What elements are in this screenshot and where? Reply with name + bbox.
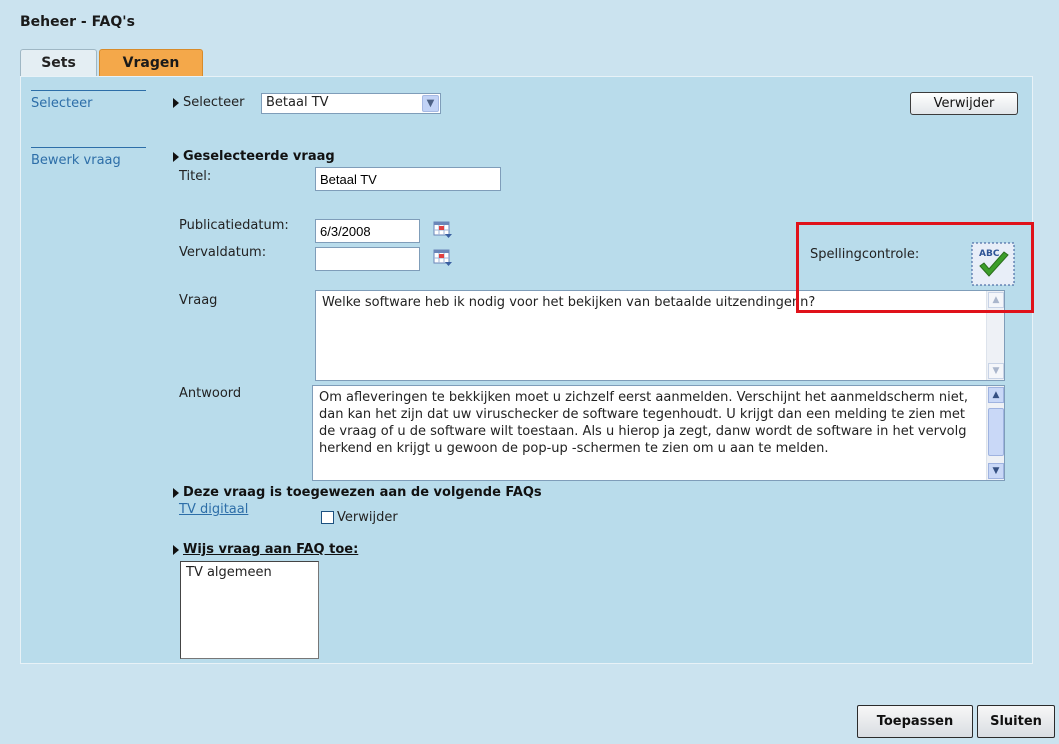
assign-heading-group: Wijs vraag aan FAQ toe: [173, 542, 358, 557]
close-button[interactable]: Sluiten [977, 705, 1055, 738]
publication-date-input[interactable] [315, 219, 420, 243]
window-title: Beheer - FAQ's [20, 14, 135, 30]
selected-question-heading: Geselecteerde vraag [183, 149, 335, 164]
antwoord-text: Om afleveringen te bekkijken moet u zich… [319, 390, 968, 456]
tab-vragen[interactable]: Vragen [99, 49, 203, 77]
faq-assign-listbox[interactable]: TV algemeen [180, 561, 319, 659]
svg-text:ABC: ABC [979, 249, 1000, 259]
antwoord-label: Antwoord [179, 386, 242, 401]
spellcheck-highlight: Spellingcontrole: ABC [796, 222, 1034, 313]
spellcheck-icon[interactable]: ABC [971, 242, 1015, 286]
sidenav-item-selecteer[interactable]: Selecteer [31, 90, 146, 111]
antwoord-scrollbar[interactable]: ▲ ▼ [986, 386, 1004, 480]
scroll-down-icon[interactable]: ▼ [988, 463, 1004, 479]
delete-button[interactable]: Verwijder [910, 92, 1018, 115]
remove-assignment-label: Verwijder [337, 510, 398, 525]
main-panel: Selecteer Bewerk vraag Selecteer Betaal … [20, 76, 1034, 664]
apply-button[interactable]: Toepassen [857, 705, 973, 738]
calendar-icon[interactable] [433, 249, 453, 267]
sidenav-item-bewerk-vraag[interactable]: Bewerk vraag [31, 147, 146, 168]
section-arrow-icon [173, 151, 179, 162]
remove-assignment-group: Verwijder [321, 510, 398, 525]
scroll-thumb[interactable] [988, 408, 1004, 456]
remove-assignment-checkbox[interactable] [321, 511, 334, 524]
title-input[interactable] [315, 167, 501, 191]
assigned-heading: Deze vraag is toegewezen aan de volgende… [183, 485, 542, 500]
section-arrow-icon [173, 97, 179, 108]
faq-select-value: Betaal TV [266, 95, 329, 110]
section-arrow-icon [173, 544, 179, 555]
listbox-option[interactable]: TV algemeen [186, 565, 313, 580]
expiry-date-label: Vervaldatum: [179, 245, 267, 260]
title-label: Titel: [179, 169, 212, 184]
expiry-date-input[interactable] [315, 247, 420, 271]
chevron-down-icon[interactable]: ▼ [422, 95, 439, 112]
publication-date-label: Publicatiedatum: [179, 218, 289, 233]
select-label: Selecteer [183, 95, 245, 110]
tab-sets[interactable]: Sets [20, 49, 97, 77]
assign-heading: Wijs vraag aan FAQ toe: [183, 542, 359, 557]
section-arrow-icon [173, 487, 179, 498]
faq-select-dropdown[interactable]: Betaal TV ▼ [261, 93, 441, 114]
calendar-icon[interactable] [433, 221, 453, 239]
select-row-label-group: Selecteer [173, 95, 244, 110]
vraag-label: Vraag [179, 293, 218, 308]
vraag-text: Welke software heb ik nodig voor het bek… [322, 295, 816, 310]
scroll-up-icon[interactable]: ▲ [988, 387, 1004, 403]
antwoord-textarea[interactable]: Om afleveringen te bekkijken moet u zich… [312, 385, 1005, 481]
spellcheck-label: Spellingcontrole: [810, 247, 920, 262]
scroll-down-icon[interactable]: ▼ [988, 363, 1004, 379]
assigned-heading-group: Deze vraag is toegewezen aan de volgende… [173, 485, 542, 500]
selected-question-heading-group: Geselecteerde vraag [173, 149, 335, 164]
faq-link-tv-digitaal[interactable]: TV digitaal [179, 502, 248, 517]
